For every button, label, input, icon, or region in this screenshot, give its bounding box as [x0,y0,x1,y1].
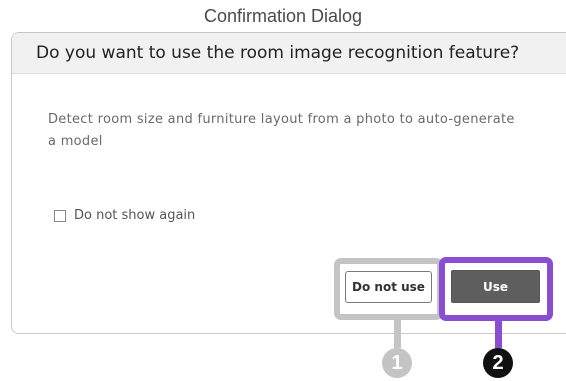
do-not-show-again-label: Do not show again [74,208,196,223]
callout-2-connector [495,320,502,348]
callout-1-connector [394,320,401,348]
callout-2-marker: 2 [483,348,513,378]
figure-caption: Confirmation Dialog [203,6,363,26]
use-button[interactable]: Use [451,270,540,303]
callout-1-marker: 1 [382,348,412,378]
dialog-message: Detect room size and furniture layout fr… [48,112,515,149]
do-not-show-again-checkbox[interactable] [54,209,66,222]
dialog-title: Do you want to use the room image recogn… [12,33,566,74]
do-not-use-button[interactable]: Do not use [345,271,432,303]
do-not-show-again-row[interactable]: Do not show again [54,208,195,223]
